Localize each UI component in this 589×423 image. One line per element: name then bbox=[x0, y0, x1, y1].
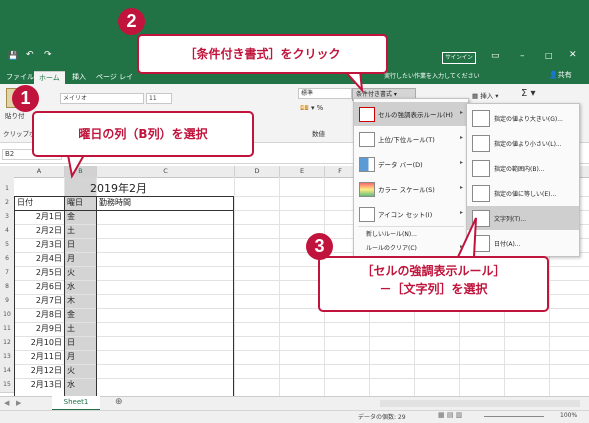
callout-1-tail bbox=[66, 154, 86, 179]
callout-step-2: ［条件付き書式］をクリック bbox=[137, 34, 388, 74]
callout-step-3-line2: －［文字列］を選択 bbox=[379, 282, 488, 296]
step-3-badge: 3 bbox=[306, 233, 333, 260]
step-1-badge: 1 bbox=[12, 85, 39, 112]
callout-step-1-text: 曜日の列（B列）を選択 bbox=[78, 127, 208, 141]
callout-step-3-line1: ［セルの強調表示ルール］ bbox=[361, 264, 506, 278]
callout-step-1: 曜日の列（B列）を選択 bbox=[32, 111, 254, 157]
step-2-badge: 2 bbox=[118, 8, 145, 35]
callout-step-2-text: ［条件付き書式］をクリック bbox=[184, 47, 341, 61]
callout-3-tail bbox=[456, 217, 477, 258]
callout-step-3: ［セルの強調表示ルール］ －［文字列］を選択 bbox=[318, 256, 549, 312]
